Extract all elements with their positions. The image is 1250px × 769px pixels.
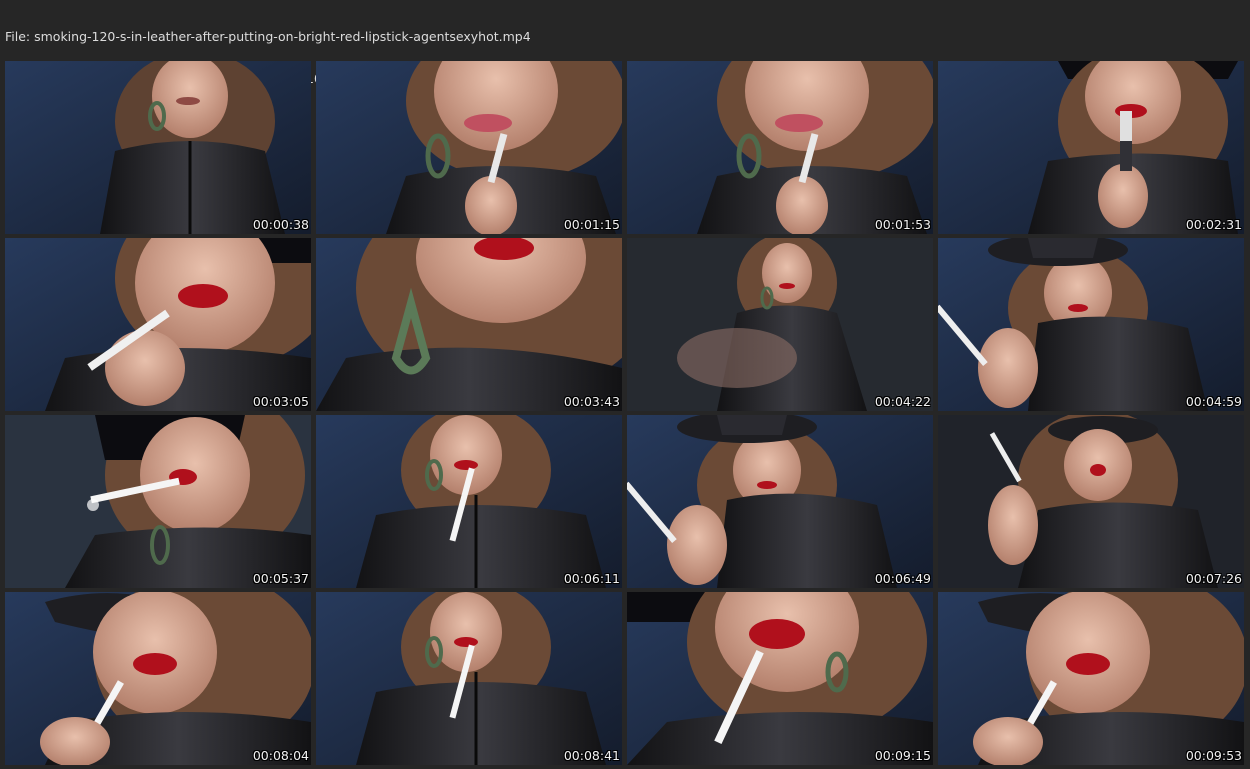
video-thumbnail: 00:03:05: [5, 238, 311, 411]
video-thumbnail: 00:06:11: [316, 415, 622, 588]
video-thumbnail: 00:02:31: [938, 61, 1244, 234]
thumbnail-timestamp: 00:01:53: [874, 217, 931, 232]
video-thumbnail: 00:08:41: [316, 592, 622, 765]
contact-sheet: File: smoking-120-s-in-leather-after-put…: [0, 0, 1250, 769]
video-thumbnail: 00:04:22: [627, 238, 933, 411]
video-thumbnail: 00:09:53: [938, 592, 1244, 765]
thumbnail-timestamp: 00:06:49: [874, 571, 931, 586]
video-thumbnail: 00:04:59: [938, 238, 1244, 411]
thumbnail-timestamp: 00:01:15: [563, 217, 620, 232]
thumbnail-timestamp: 00:07:26: [1185, 571, 1242, 586]
video-thumbnail: 00:00:38: [5, 61, 311, 234]
file-name-line: File: smoking-120-s-in-leather-after-put…: [5, 29, 531, 44]
thumbnail-timestamp: 00:04:59: [1185, 394, 1242, 409]
video-thumbnail: 00:07:26: [938, 415, 1244, 588]
video-thumbnail: 00:03:43: [316, 238, 622, 411]
video-thumbnail: 00:08:04: [5, 592, 311, 765]
video-thumbnail: 00:06:49: [627, 415, 933, 588]
thumbnail-timestamp: 00:05:37: [252, 571, 309, 586]
thumbnail-timestamp: 00:09:53: [1185, 748, 1242, 763]
thumbnail-timestamp: 00:02:31: [1185, 217, 1242, 232]
thumbnail-timestamp: 00:08:41: [563, 748, 620, 763]
thumbnail-timestamp: 00:04:22: [874, 394, 931, 409]
thumbnail-timestamp: 00:00:38: [252, 217, 309, 232]
thumbnail-timestamp: 00:03:43: [563, 394, 620, 409]
thumbnail-grid: 00:00:38 00:01:15 00:01:53 00:02:31 00:0…: [5, 61, 1246, 765]
thumbnail-timestamp: 00:08:04: [252, 748, 309, 763]
thumbnail-timestamp: 00:03:05: [252, 394, 309, 409]
video-thumbnail: 00:01:15: [316, 61, 622, 234]
thumbnail-timestamp: 00:06:11: [563, 571, 620, 586]
video-thumbnail: 00:05:37: [5, 415, 311, 588]
video-thumbnail: 00:01:53: [627, 61, 933, 234]
thumbnail-timestamp: 00:09:15: [874, 748, 931, 763]
video-thumbnail: 00:09:15: [627, 592, 933, 765]
